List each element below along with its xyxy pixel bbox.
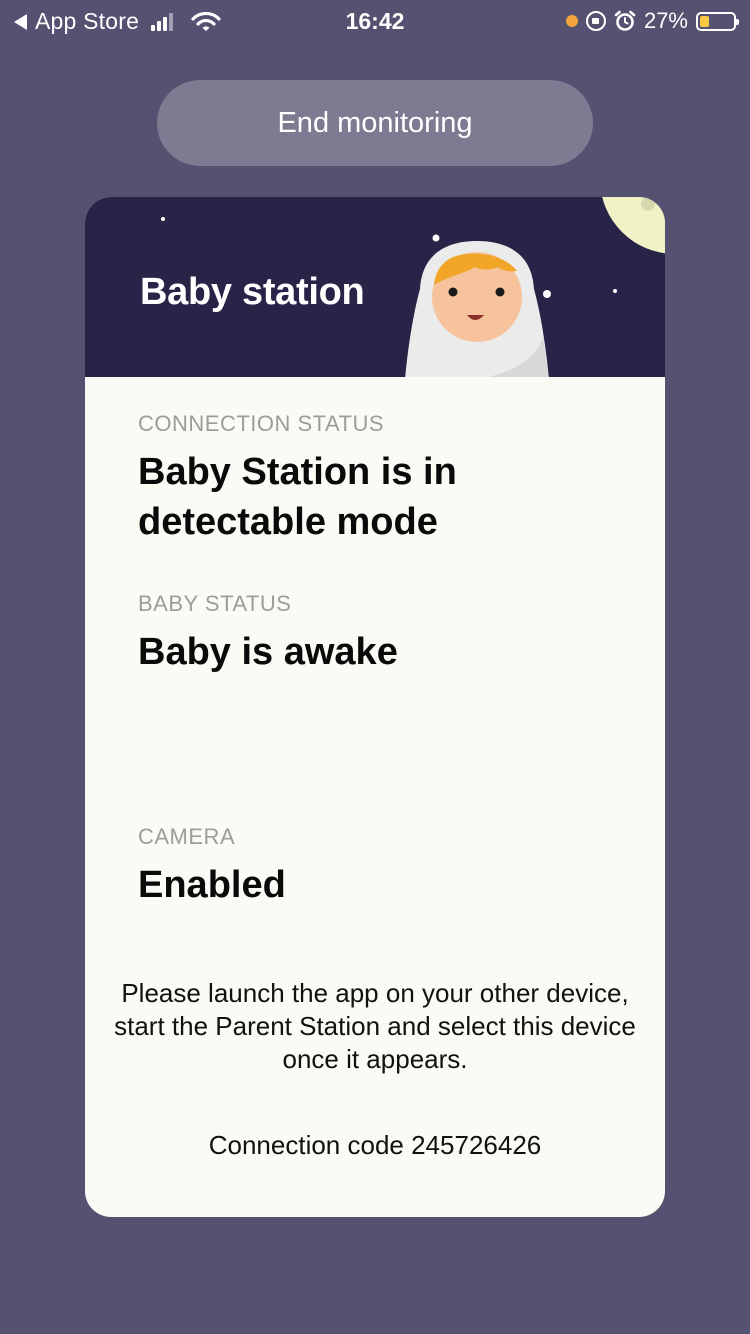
baby-status-label: BABY STATUS [138, 591, 292, 616]
star-icon [161, 217, 165, 221]
end-monitoring-button[interactable]: End monitoring [157, 80, 593, 166]
status-indicators: 27% [565, 8, 739, 34]
moon-icon [602, 197, 665, 254]
connection-status-label: CONNECTION STATUS [138, 411, 385, 436]
star-icon [432, 234, 440, 242]
star-icon [543, 290, 551, 298]
card-header: Baby station [85, 197, 665, 377]
baby-avatar-icon [405, 241, 549, 377]
baby-station-card: Baby station CONNECTION STATUS Baby Stat… [85, 197, 665, 1217]
status-bar: App Store 16:42 27% [0, 0, 750, 42]
camera-label: CAMERA [138, 824, 236, 849]
camera-value: Enabled [138, 864, 286, 906]
instructions-text: Please launch the app on your other devi… [114, 978, 636, 1074]
rotation-lock-icon [585, 11, 606, 31]
card-title: Baby station [140, 271, 365, 313]
battery-percentage: 27% [643, 8, 688, 33]
alarm-icon [614, 10, 636, 31]
baby-status-value: Baby is awake [138, 631, 398, 673]
battery-level [700, 15, 709, 27]
microphone-indicator-icon [565, 15, 578, 27]
battery-icon [696, 11, 739, 31]
connection-code: Connection code 245726426 [208, 1130, 542, 1160]
connection-status-value: Baby Station is in detectable mode [138, 451, 457, 543]
star-icon [613, 289, 617, 293]
